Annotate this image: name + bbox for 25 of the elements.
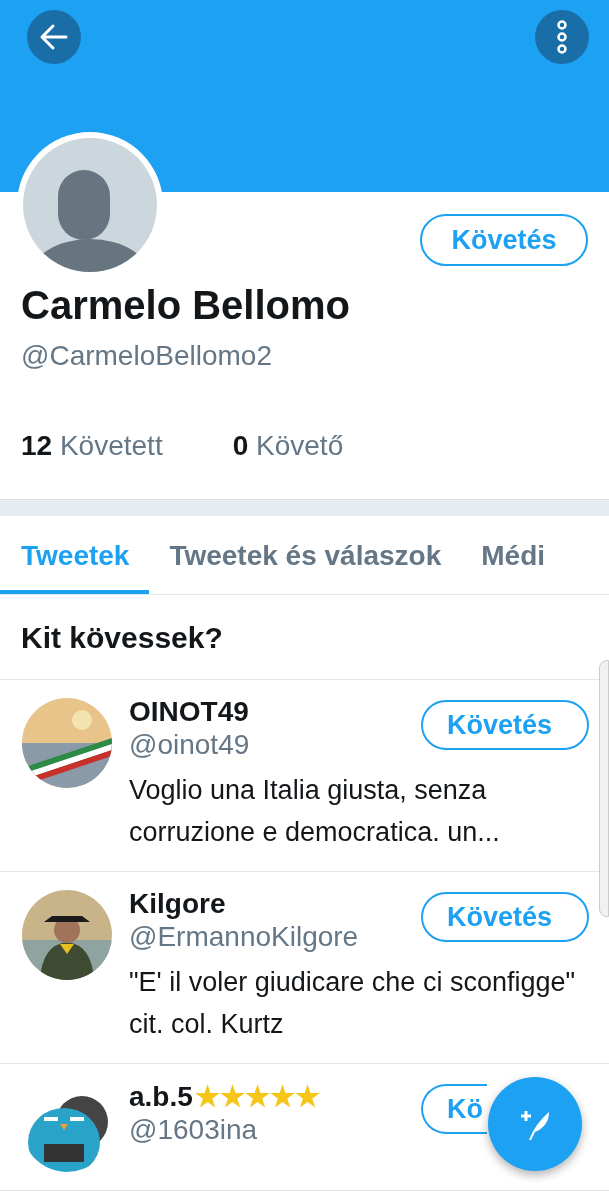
user-name: OINOT49 (129, 696, 249, 728)
follow-stat[interactable]: 0 Követő (232, 430, 344, 462)
tab[interactable]: Tweetek (0, 516, 150, 594)
user-name: a.b.5 (129, 1080, 193, 1113)
follow-stat[interactable]: 12 Követett (21, 430, 163, 462)
tab[interactable]: Tweetek és válaszok (169, 516, 442, 594)
user-name: Kilgore (129, 888, 226, 920)
follow-button[interactable]: Követés (420, 214, 588, 266)
follow-button[interactable]: Követés (421, 892, 589, 942)
follow-button[interactable]: Követés (421, 700, 589, 750)
user-handle: @oinot49 (129, 729, 250, 761)
user-bio: Voglio una Italia giusta, senza corruzione e democratica. un... (129, 774, 501, 849)
star-emoji: ★★★★★ (194, 1080, 320, 1113)
profile-name: Carmelo Bellomo (21, 283, 351, 328)
follow-button[interactable]: Kö (421, 1084, 487, 1134)
user-bio: "E' il voler giudicare che ci sconfigge" cit. col. Kurtz (129, 966, 577, 1041)
more-icon (556, 20, 568, 54)
user-handle: @ErmannoKilgore (129, 921, 359, 953)
compose-button[interactable] (488, 1077, 582, 1171)
user-handle: @1603ina (129, 1114, 259, 1146)
tab[interactable]: Médi (481, 516, 546, 594)
profile-handle: @CarmeloBellomo2 (21, 340, 273, 372)
back-arrow-icon (39, 22, 69, 52)
more-button[interactable] (535, 10, 589, 64)
back-button[interactable] (27, 10, 81, 64)
